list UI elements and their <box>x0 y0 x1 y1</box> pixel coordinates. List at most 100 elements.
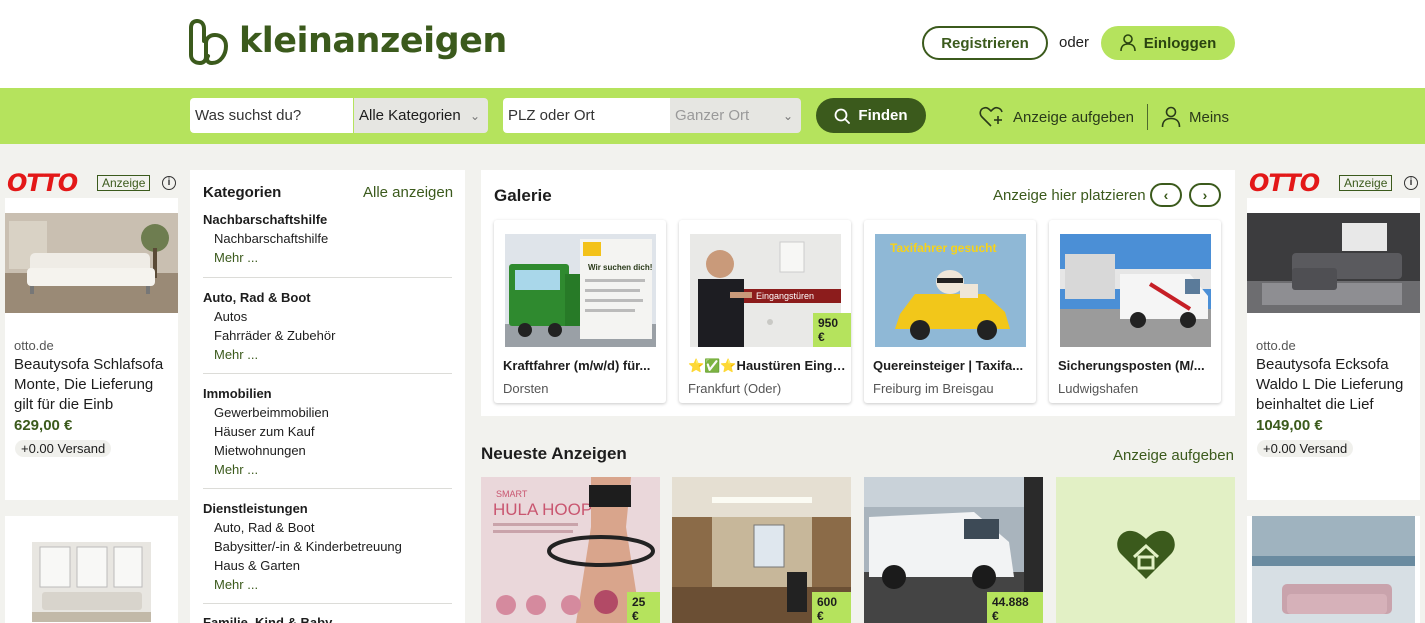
chevron-down-icon: ⌄ <box>782 109 793 123</box>
register-button[interactable]: Registrieren <box>922 26 1048 60</box>
search-icon <box>835 108 851 124</box>
logo-text: kleinanzeigen <box>239 21 507 61</box>
info-icon[interactable]: i <box>162 176 176 190</box>
category-title[interactable]: Familie, Kind & Baby <box>203 615 452 623</box>
newest-card[interactable]: 44.888 € <box>864 477 1043 623</box>
category-group: Immobilien Gewerbeimmobilien Häuser zum … <box>203 386 452 481</box>
category-group: Auto, Rad & Boot Autos Fahrräder & Zubeh… <box>203 290 452 366</box>
more-link[interactable]: Mehr ... <box>203 577 452 596</box>
category-title[interactable]: Nachbarschaftshilfe <box>203 212 452 231</box>
pink-sofa-image <box>1252 516 1415 623</box>
shipping-badge: +0.00 Versand <box>1257 440 1354 457</box>
gallery-card[interactable]: Taxifahrer gesucht Quereinsteiger | Taxi… <box>864 220 1036 403</box>
taxi-sign-text: Taxifahrer gesucht <box>890 241 996 255</box>
category-item[interactable]: Auto, Rad & Boot <box>203 520 452 539</box>
price-badge: 950 € <box>813 313 851 347</box>
or-text: oder <box>1059 34 1090 51</box>
find-label: Finden <box>858 107 908 124</box>
gallery-location: Dorsten <box>503 381 549 396</box>
divider <box>203 488 452 489</box>
more-link[interactable]: Mehr ... <box>203 347 452 366</box>
user-icon <box>1119 34 1136 52</box>
user-icon <box>1161 106 1181 128</box>
ad-price: 1049,00 € <box>1256 417 1323 434</box>
ad-badge: Anzeige <box>1339 175 1393 191</box>
category-item[interactable]: Häuser zum Kauf <box>203 424 452 443</box>
category-title[interactable]: Dienstleistungen <box>203 501 452 520</box>
login-label: Einloggen <box>1143 34 1217 52</box>
account-link[interactable]: Meins <box>1161 106 1229 128</box>
categories-panel: Kategorien Alle anzeigen Nachbarschaftsh… <box>190 170 465 623</box>
location-input[interactable]: PLZ oder Ort <box>503 98 670 133</box>
post-ad-link[interactable]: Anzeige aufgeben <box>979 106 1134 128</box>
category-item[interactable]: Autos <box>203 309 452 328</box>
price-badge: 44.888 € <box>987 592 1043 623</box>
category-item[interactable]: Gewerbeimmobilien <box>203 405 452 424</box>
left-ad-card[interactable]: otto.de Beautysofa Schlafsofa Monte, Die… <box>5 198 178 500</box>
newest-card[interactable]: 600 € <box>672 477 851 623</box>
divider <box>1147 104 1148 130</box>
category-item[interactable]: Haus & Garten <box>203 558 452 577</box>
find-button[interactable]: Finden <box>816 98 926 133</box>
gallery-card[interactable]: Wir suchen dich! Kraftfahrer (m/w/d) für… <box>494 220 666 403</box>
left-ad-card-2[interactable] <box>5 516 178 623</box>
gallery-panel: Galerie Anzeige hier platzieren ‹ › Wir … <box>481 170 1235 416</box>
post-ad-label: Anzeige aufgeben <box>1013 108 1134 126</box>
newest-card[interactable] <box>1056 477 1235 623</box>
category-item[interactable]: Mietwohnungen <box>203 443 452 462</box>
show-all-link[interactable]: Alle anzeigen <box>363 184 453 201</box>
post-ad-link[interactable]: Anzeige aufgeben <box>1113 447 1234 464</box>
truck-image: Wir suchen dich! <box>505 234 656 347</box>
ad-badge: Anzeige <box>97 175 151 191</box>
gallery-title: Kraftfahrer (m/w/d) für... <box>503 358 651 373</box>
category-item[interactable]: Fahrräder & Zubehör <box>203 328 452 347</box>
door-sign-text: Eingangstüren <box>756 291 814 301</box>
search-input[interactable]: Was suchst du? <box>190 98 353 133</box>
top-header: kleinanzeigen Registrieren oder Einlogge… <box>0 0 1425 88</box>
newest-heading: Neueste Anzeigen <box>481 444 627 463</box>
ad-source: otto.de <box>14 338 54 353</box>
category-group: Familie, Kind & Baby <box>203 615 452 623</box>
gallery-card[interactable]: Eingangstüren 950 € ⭐✅⭐Haustüren Einga..… <box>679 220 851 403</box>
chevron-down-icon: ⌄ <box>469 109 480 123</box>
info-icon[interactable]: i <box>1404 176 1418 190</box>
login-button[interactable]: Einloggen <box>1101 26 1235 60</box>
more-link[interactable]: Mehr ... <box>203 462 452 481</box>
category-select[interactable]: Alle Kategorien ⌄ <box>354 98 488 133</box>
otto-logo[interactable]: OTTO <box>7 169 78 197</box>
category-title[interactable]: Auto, Rad & Boot <box>203 290 452 309</box>
more-link[interactable]: Mehr ... <box>203 250 452 269</box>
otto-logo[interactable]: OTTO <box>1249 169 1320 197</box>
account-label: Meins <box>1189 108 1230 126</box>
hula-brand-text: SMART <box>496 489 528 499</box>
category-title[interactable]: Immobilien <box>203 386 452 405</box>
prev-arrow-button[interactable]: ‹ <box>1150 183 1182 207</box>
ad-source: otto.de <box>1256 338 1296 353</box>
van-image <box>1060 234 1211 347</box>
radius-value: Ganzer Ort <box>675 107 750 124</box>
radius-select[interactable]: Ganzer Ort ⌄ <box>670 98 801 133</box>
right-ad-card-2[interactable] <box>1247 516 1420 623</box>
category-item[interactable]: Babysitter/-in & Kinderbetreuung <box>203 539 452 558</box>
divider <box>203 373 452 374</box>
price-badge: 600 € <box>812 592 851 623</box>
truck-sign-text: Wir suchen dich! <box>588 263 652 272</box>
divider <box>203 603 452 604</box>
logo-mark-icon <box>189 19 229 65</box>
place-ad-link[interactable]: Anzeige hier platzieren <box>993 187 1146 204</box>
kleinanzeigen-logo[interactable]: kleinanzeigen <box>189 17 507 65</box>
sofa-image <box>1247 213 1420 313</box>
gallery-location: Ludwigshafen <box>1058 381 1139 396</box>
gallery-card[interactable]: Sicherungsposten (M/... Ludwigshafen <box>1049 220 1221 403</box>
shipping-badge: +0.00 Versand <box>15 440 112 457</box>
category-item[interactable]: Nachbarschaftshilfe <box>203 231 452 250</box>
living-room-image <box>32 542 151 622</box>
hula-title-text: HULA HOOP <box>493 500 592 519</box>
ad-title: Beautysofa Ecksofa Waldo L Die Lieferung… <box>1256 356 1404 413</box>
newest-card[interactable]: SMART HULA HOOP 25 € <box>481 477 660 623</box>
gallery-location: Frankfurt (Oder) <box>688 381 782 396</box>
right-ad-card[interactable]: otto.de Beautysofa Ecksofa Waldo L Die L… <box>1247 198 1420 500</box>
next-arrow-button[interactable]: › <box>1189 183 1221 207</box>
search-bar: Was suchst du? Alle Kategorien ⌄ PLZ ode… <box>0 88 1425 144</box>
ad-title: Beautysofa Schlafsofa Monte, Die Lieferu… <box>14 356 164 413</box>
